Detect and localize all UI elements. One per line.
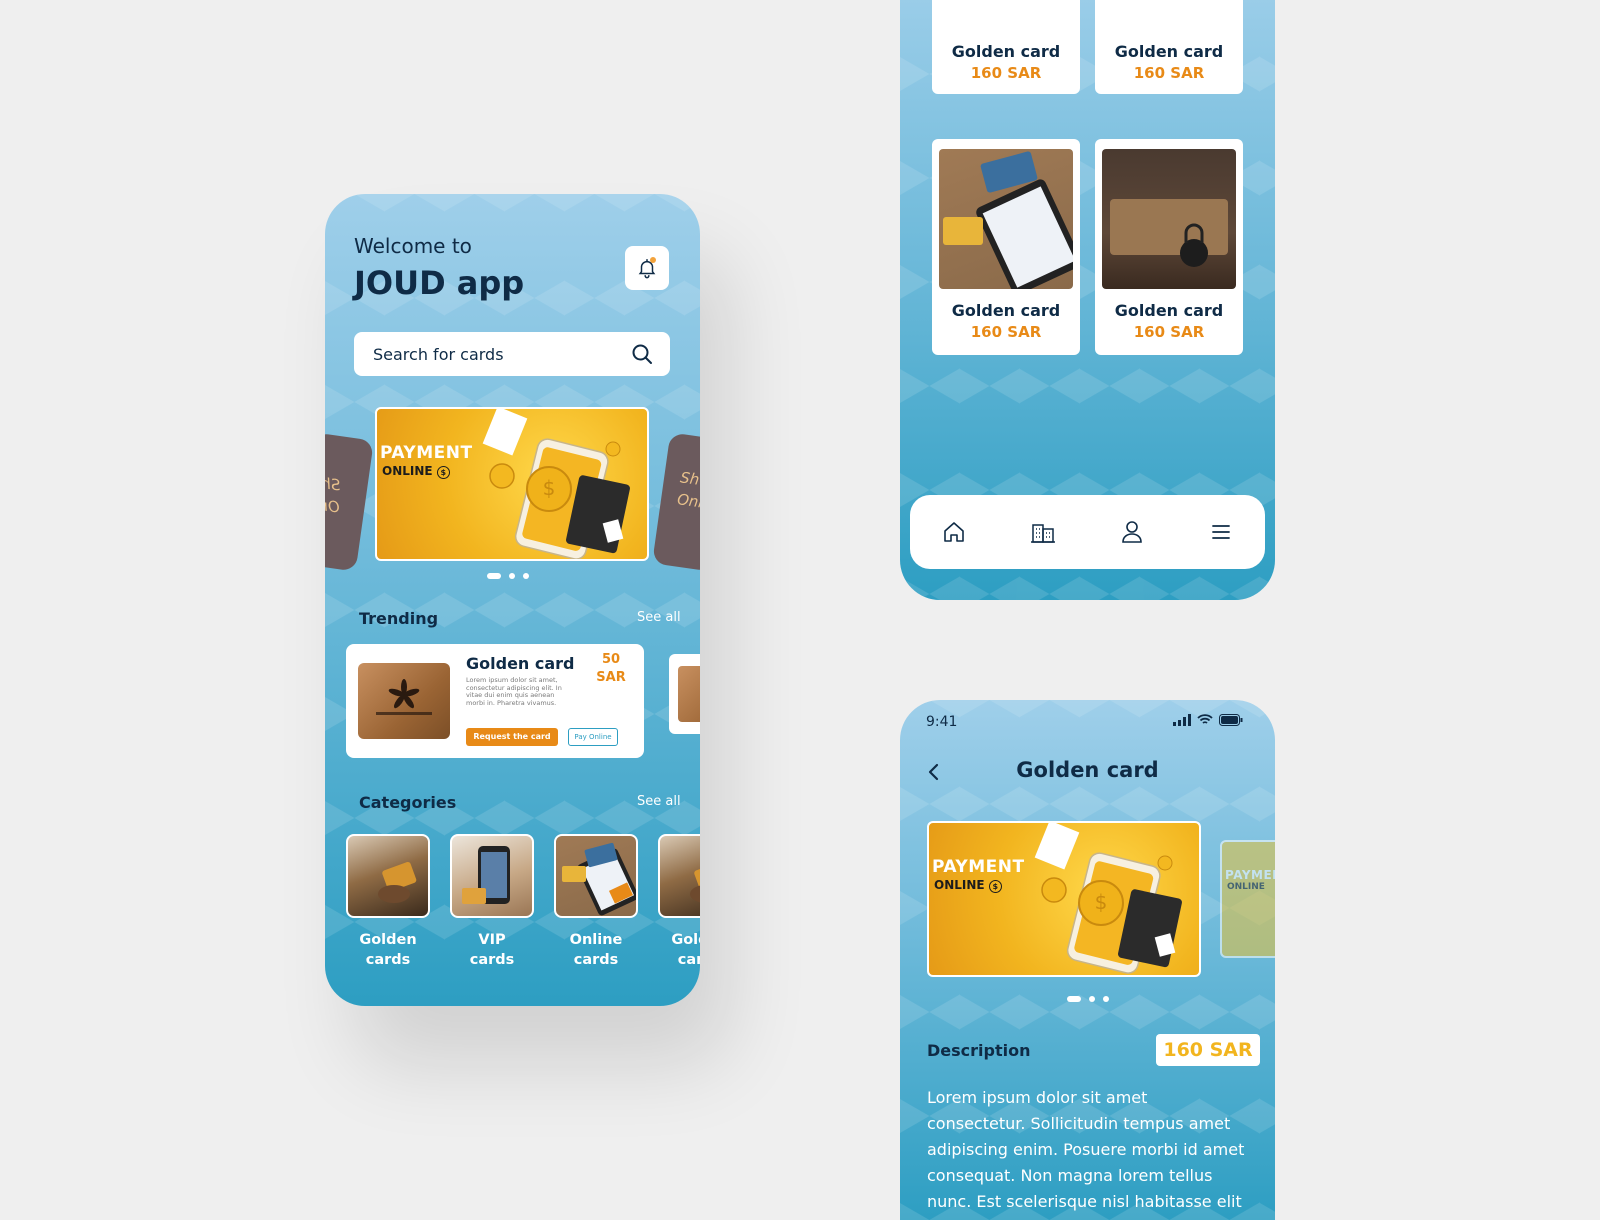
category-online-cards[interactable]: Online cards [554, 834, 642, 970]
card-image [1102, 149, 1236, 289]
price-amount: 50 [601, 652, 621, 667]
detail-banner[interactable]: PAYMENT ONLINE $ $ [927, 821, 1201, 977]
wifi-icon [1197, 714, 1213, 724]
grid-card-name: Golden card [951, 42, 1061, 61]
svg-text:$: $ [1095, 890, 1108, 914]
grid-card-price: 160 SAR [1133, 64, 1205, 82]
user-icon [1122, 521, 1142, 543]
trending-card-description: Lorem ipsum dolor sit amet, consectetur … [466, 676, 562, 707]
nav-home-button[interactable] [934, 512, 974, 552]
category-golden-cards[interactable]: Golden cards [346, 834, 434, 970]
grid-card-price: 160 SAR [1133, 323, 1205, 341]
category-image [346, 834, 430, 918]
category-vip-cards[interactable]: VIP cards [450, 834, 538, 970]
banner-subtitle-faded: ONLINE [1227, 882, 1265, 892]
category-label: Online cards [569, 932, 623, 968]
category-image [658, 834, 700, 918]
menu-icon [1211, 525, 1230, 539]
search-bar [354, 332, 670, 376]
trending-card-name: Golden card [466, 654, 575, 673]
grid-card-price: 160 SAR [970, 323, 1042, 341]
nav-buildings-button[interactable] [1023, 512, 1063, 552]
welcome-text: Welcome to [354, 234, 472, 258]
category-label: Goldencards [359, 932, 417, 968]
carousel-dot[interactable] [487, 573, 501, 579]
buildings-icon [1031, 524, 1056, 543]
notification-dot [650, 257, 656, 263]
app-title: JOUD app [354, 264, 525, 302]
category-image [554, 834, 638, 918]
description-label: Description [927, 1041, 1031, 1060]
grid-card-price: 160 SAR [970, 64, 1042, 82]
card-detail-screen: 9:41 Golden card PAYMENT ONLINE $ $ PAYM… [900, 700, 1275, 1220]
bottom-navigation [910, 495, 1265, 569]
categories-title: Categories [359, 793, 457, 812]
grid-card[interactable]: Golden card 160 SAR [932, 0, 1080, 94]
grid-card[interactable]: Golden card 160 SAR [1095, 139, 1243, 355]
carousel-dot[interactable] [1089, 996, 1095, 1002]
carousel-prev-card[interactable]: Sh On [325, 432, 374, 572]
price-badge: 160 SAR [1156, 1034, 1260, 1066]
category-label: VIP cards [469, 932, 515, 968]
page-title: Golden card [1016, 758, 1159, 782]
pay-online-button[interactable]: Pay Online [568, 728, 618, 746]
phone-payment-illustration: $ [482, 409, 630, 559]
category-image [450, 834, 534, 918]
trending-title: Trending [359, 609, 439, 628]
status-icons [1173, 714, 1243, 726]
status-time: 9:41 [926, 714, 958, 730]
nav-profile-button[interactable] [1112, 512, 1152, 552]
carousel-dot[interactable] [1067, 996, 1081, 1002]
category-label: Goldencards [671, 932, 700, 968]
trending-card-next[interactable] [669, 654, 700, 734]
company-card-image [358, 663, 450, 739]
grid-card[interactable]: Golden card 160 SAR [1095, 0, 1243, 94]
card-image [939, 149, 1073, 289]
home-screen: Welcome to JOUD app Sh On Sh Onl PAYMENT… [325, 194, 700, 1006]
carousel-dot[interactable] [509, 573, 515, 579]
trending-card-price: 50 SAR [596, 651, 626, 687]
notifications-button[interactable] [625, 246, 669, 290]
categories-see-all-link[interactable]: See all [637, 794, 681, 809]
svg-text:$: $ [543, 476, 556, 500]
nav-menu-button[interactable] [1201, 512, 1241, 552]
carousel-dots [487, 573, 529, 579]
search-icon[interactable] [630, 342, 654, 366]
trending-card[interactable]: Golden card 50 SAR Lorem ipsum dolor sit… [346, 644, 644, 758]
carousel-next-card[interactable]: Sh Onl [652, 432, 700, 572]
detail-banner-next[interactable]: PAYMENT ONLINE [1220, 840, 1275, 958]
grid-card-name: Golden card [1114, 301, 1224, 320]
category-golden-cards-2[interactable]: Goldencards [658, 834, 700, 970]
battery-icon [1219, 714, 1243, 726]
grid-card-name: Golden card [951, 301, 1061, 320]
request-card-button[interactable]: Request the card [466, 728, 558, 746]
carousel-dot[interactable] [523, 573, 529, 579]
signal-icon [1173, 714, 1191, 726]
home-icon [944, 522, 965, 542]
price-currency: SAR [596, 670, 626, 685]
grid-card[interactable]: Golden card 160 SAR [932, 139, 1080, 355]
carousel-dots [1067, 996, 1109, 1002]
carousel-dot[interactable] [1103, 996, 1109, 1002]
promo-banner[interactable]: PAYMENT ONLINE $ $ [375, 407, 649, 561]
cards-grid-screen: Golden card 160 SAR Golden card 160 SAR … [900, 0, 1275, 600]
company-logo-icon [376, 679, 432, 715]
banner-title-faded: PAYMENT [1225, 868, 1275, 882]
grid-card-name: Golden card [1114, 42, 1224, 61]
search-input[interactable] [371, 343, 630, 365]
trending-see-all-link[interactable]: See all [637, 610, 681, 625]
phone-payment-illustration: $ [1034, 823, 1182, 974]
